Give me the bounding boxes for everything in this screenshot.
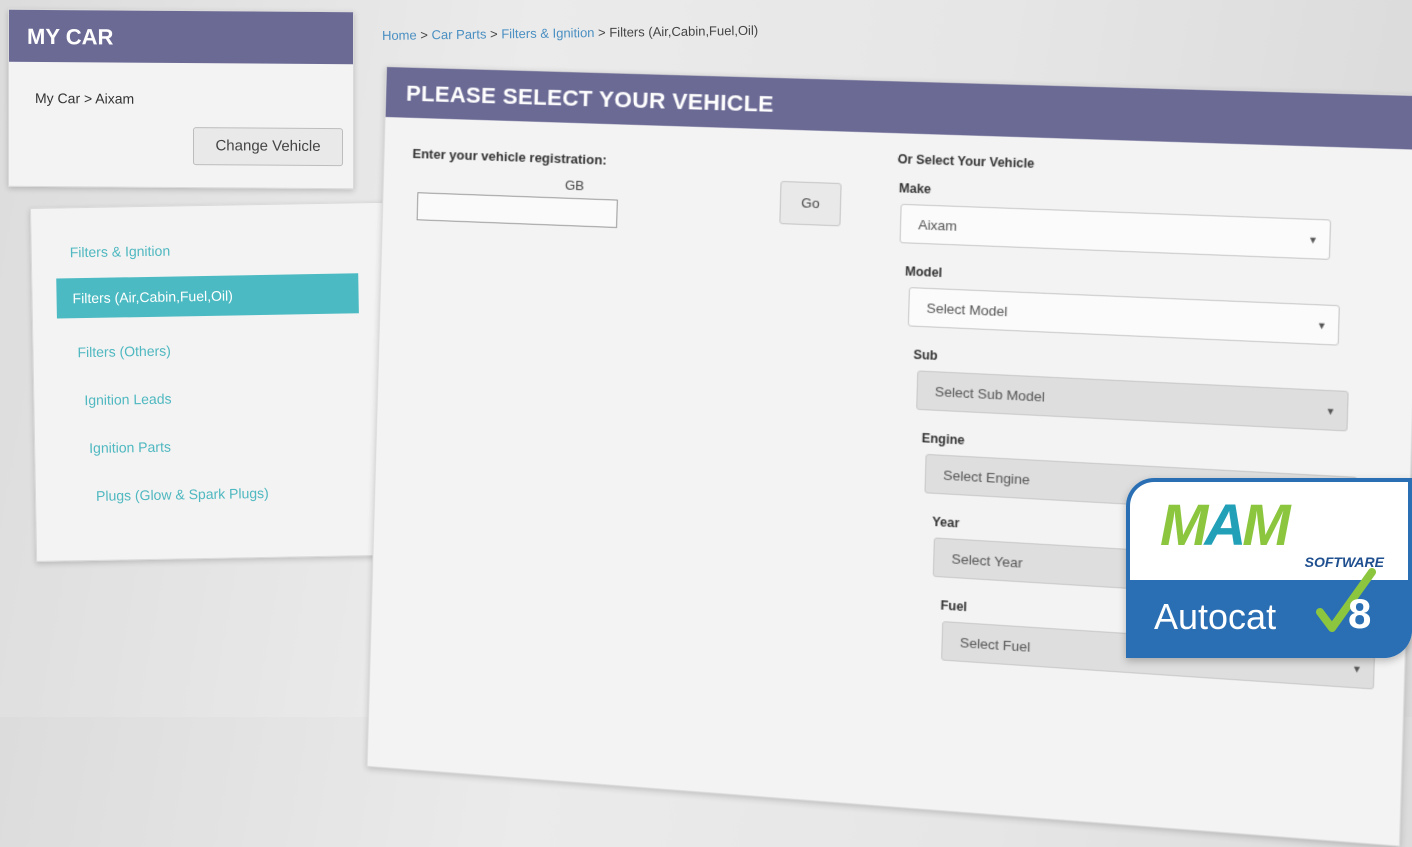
my-car-breadcrumb: My Car > Aixam — [35, 89, 135, 107]
fuel-select-value: Select Fuel — [959, 634, 1031, 655]
breadcrumb-separator: > — [597, 24, 606, 40]
breadcrumb-separator: > — [489, 26, 498, 42]
category-filters-others[interactable]: Filters (Others) — [77, 343, 171, 361]
category-ignition-leads[interactable]: Ignition Leads — [84, 391, 171, 409]
breadcrumb-filters-ignition[interactable]: Filters & Ignition — [501, 25, 594, 41]
vehicle-panel-title: PLEASE SELECT YOUR VEHICLE — [385, 67, 1412, 150]
make-select-value: Aixam — [918, 216, 958, 234]
engine-label: Engine — [921, 430, 965, 448]
chevron-down-icon: ▼ — [1325, 405, 1336, 418]
mam-logo-icon: MAM — [1160, 493, 1291, 558]
logo-product-text: Autocat — [1154, 596, 1277, 637]
engine-select-value: Select Engine — [942, 467, 1031, 488]
category-list: Filters & Ignition Filters (Air,Cabin,Fu… — [30, 201, 413, 562]
breadcrumb: Home > Car Parts > Filters & Ignition > … — [382, 23, 758, 43]
or-select-label: Or Select Your Vehicle — [897, 151, 1035, 172]
go-button[interactable]: Go — [779, 180, 842, 227]
category-ignition-parts[interactable]: Ignition Parts — [89, 439, 171, 456]
my-car-panel: MY CAR My Car > Aixam Change Vehicle — [8, 8, 354, 190]
sub-model-select-value: Select Sub Model — [934, 383, 1046, 405]
sub-model-select[interactable]: Select Sub Model ▼ — [916, 370, 1349, 432]
vehicle-select-panel: PLEASE SELECT YOUR VEHICLE Enter your ve… — [366, 66, 1412, 847]
sub-label: Sub — [913, 347, 938, 364]
breadcrumb-separator: > — [420, 27, 429, 43]
year-label: Year — [931, 514, 960, 531]
change-vehicle-button[interactable]: Change Vehicle — [193, 127, 343, 167]
category-filters-air-cabin-fuel-oil[interactable]: Filters (Air,Cabin,Fuel,Oil) — [56, 273, 359, 319]
breadcrumb-current: Filters (Air,Cabin,Fuel,Oil) — [609, 22, 759, 40]
chevron-down-icon: ▼ — [1307, 234, 1319, 246]
breadcrumb-home[interactable]: Home — [382, 28, 417, 43]
category-plugs[interactable]: Plugs (Glow & Spark Plugs) — [96, 485, 269, 504]
breadcrumb-car-parts[interactable]: Car Parts — [431, 27, 486, 43]
my-car-title: MY CAR — [9, 9, 353, 65]
year-select-value: Select Year — [951, 550, 1023, 571]
country-code-label: GB — [564, 177, 585, 194]
chevron-down-icon: ▼ — [1316, 320, 1328, 332]
category-filters-ignition[interactable]: Filters & Ignition — [70, 243, 171, 261]
make-select[interactable]: Aixam ▼ — [899, 203, 1332, 260]
model-select[interactable]: Select Model ▼ — [907, 287, 1340, 346]
model-select-value: Select Model — [926, 300, 1008, 320]
logo-version-text: 8 — [1348, 590, 1372, 637]
registration-input[interactable] — [416, 192, 618, 229]
fuel-label: Fuel — [940, 598, 968, 615]
model-label: Model — [904, 264, 943, 281]
registration-label: Enter your vehicle registration: — [412, 145, 608, 168]
mam-autocat-logo: MAM SOFTWARE Autocat 8 — [1126, 478, 1412, 658]
make-label: Make — [898, 180, 932, 197]
